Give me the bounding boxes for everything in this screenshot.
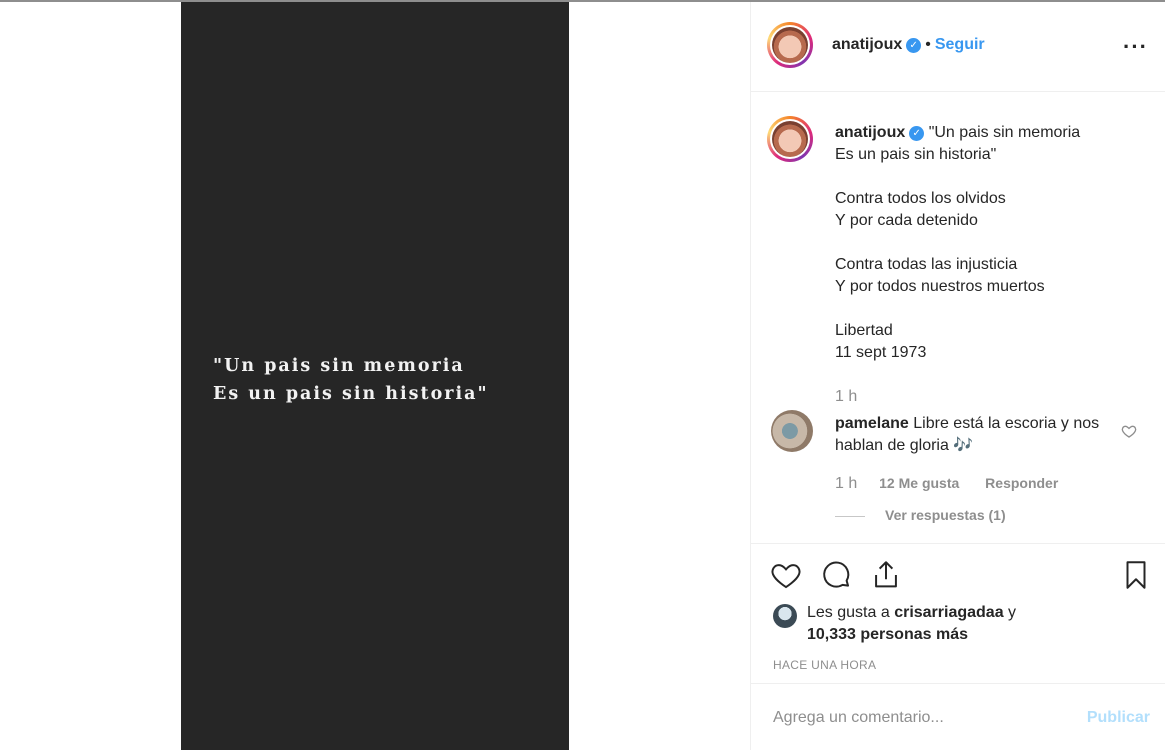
view-replies-row[interactable]: Ver respuestas (1) <box>835 507 1006 523</box>
header-name-row: anatijoux ✓ • Seguir <box>832 36 985 54</box>
reply-button[interactable]: Responder <box>985 475 1058 491</box>
post-side-panel: anatijoux ✓ • Seguir ··· anatijoux ✓ "Un pai… <box>750 2 1165 750</box>
media-quote-line-1: "Un pais sin memoria <box>213 356 465 376</box>
add-comment-bar: Agrega un comentario... Publicar <box>751 683 1165 751</box>
likes-conj: y <box>1008 604 1017 621</box>
bookmark-icon[interactable] <box>1119 558 1153 592</box>
post-actions: Les gusta a crisarriagadaa y 10,333 pers… <box>751 543 1165 684</box>
caption-avatar[interactable] <box>767 116 813 162</box>
comment: pamelane Libre está la escoria y nos hab… <box>835 413 1105 457</box>
comment-input[interactable]: Agrega un comentario... <box>773 709 944 727</box>
comment-username[interactable]: pamelane <box>835 415 909 432</box>
replies-divider <box>835 515 865 517</box>
header-username[interactable]: anatijoux <box>832 36 902 53</box>
share-icon[interactable] <box>869 558 903 592</box>
caption-time: 1 h <box>835 388 858 405</box>
verified-badge-icon: ✓ <box>906 38 922 53</box>
post-timestamp[interactable]: HACE UNA HORA <box>773 658 876 672</box>
view-replies-button[interactable]: Ver respuestas (1) <box>885 507 1006 523</box>
post-media[interactable]: "Un pais sin memoria Es un pais sin hist… <box>181 2 569 750</box>
comment-time: 1 h <box>835 475 858 492</box>
liker-avatar[interactable] <box>773 604 797 628</box>
verified-badge-icon: ✓ <box>909 126 925 141</box>
more-options-icon[interactable]: ··· <box>1123 34 1148 60</box>
caption-username[interactable]: anatijoux <box>835 124 905 141</box>
comment-like-heart-icon[interactable] <box>1121 423 1137 444</box>
media-quote: "Un pais sin memoria Es un pais sin hist… <box>213 352 489 408</box>
author-avatar[interactable] <box>767 22 813 68</box>
comment-icon[interactable] <box>819 558 853 592</box>
comments-section[interactable]: anatijoux ✓ "Un pais sin memoria Es un pa… <box>751 92 1165 543</box>
likes-others[interactable]: 10,333 personas más <box>807 626 968 643</box>
commenter-avatar[interactable] <box>771 410 813 452</box>
liker-username[interactable]: crisarriagadaa <box>894 604 1003 621</box>
caption: anatijoux ✓ "Un pais sin memoria Es un pa… <box>835 122 1135 408</box>
follow-button[interactable]: Seguir <box>935 36 985 53</box>
media-quote-line-2: Es un pais sin historia" <box>213 384 489 404</box>
post-header: anatijoux ✓ • Seguir ··· <box>751 2 1165 92</box>
heart-icon[interactable] <box>769 558 803 592</box>
header-separator: • <box>925 36 931 53</box>
comment-likes[interactable]: 12 Me gusta <box>879 475 959 491</box>
caption-body: "Un pais sin memoria Es un pais sin hist… <box>835 124 1081 361</box>
likes-prefix: Les gusta a <box>807 604 890 621</box>
comment-meta-row: 1 h 12 Me gusta Responder <box>835 475 1058 493</box>
likes-text: Les gusta a crisarriagadaa y 10,333 pers… <box>807 602 1067 646</box>
publish-button[interactable]: Publicar <box>1087 709 1150 727</box>
